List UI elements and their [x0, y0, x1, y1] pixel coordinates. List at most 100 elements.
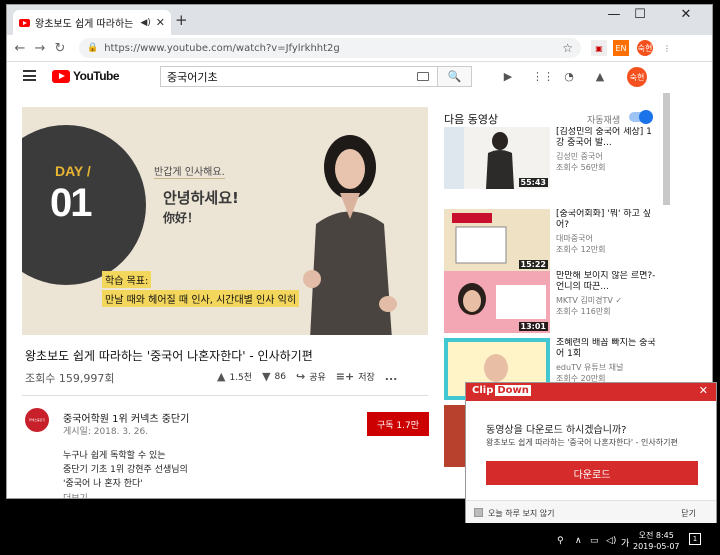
- subscribe-button[interactable]: 구독 1.7만: [367, 412, 429, 436]
- page-scrollbar[interactable]: [663, 93, 670, 205]
- new-tab-button[interactable]: +: [175, 11, 188, 29]
- lock-icon: 🔒: [87, 43, 99, 53]
- related-video-item[interactable]: 15:22 [중국어회화] '뭐' 하고 싶어? 대마중국어 조회수 12만회: [444, 209, 664, 271]
- network-icon[interactable]: ▭: [590, 536, 599, 546]
- search-value: 중국어기초: [167, 70, 218, 84]
- search-input[interactable]: 중국어기초: [160, 66, 438, 87]
- profile-icon[interactable]: 숙현: [637, 40, 653, 56]
- dont-show-today-checkbox[interactable]: [474, 508, 483, 517]
- duration-badge: 55:43: [518, 178, 548, 187]
- view-count: 조회수 159,997회: [25, 372, 115, 385]
- people-icon[interactable]: ⚲: [557, 536, 564, 546]
- related-thumbnail[interactable]: 55:43: [444, 127, 550, 189]
- related-views: 조회수 12만회: [556, 245, 606, 254]
- description-line: '중국어 나 혼자 한다': [63, 479, 143, 489]
- channel-name[interactable]: 중국어학원 1위 커넥츠 중단기: [63, 410, 189, 425]
- dont-show-today-label[interactable]: 오늘 하루 보지 않기: [488, 508, 555, 519]
- description-line: 중단기 기초 1위 강현주 선생님의: [63, 465, 188, 475]
- dislike-button[interactable]: ▼ 86: [262, 370, 286, 383]
- youtube-header: YouTube 중국어기초 🔍 ▶ ⋮⋮ ◔ ▲ 숙현: [7, 62, 712, 92]
- messages-icon[interactable]: ◔: [563, 71, 575, 83]
- related-title[interactable]: 조혜련의 배꼽 빠지는 중국어 1회: [556, 338, 656, 360]
- save-button[interactable]: ≡+ 저장: [336, 370, 375, 383]
- taskbar-clock[interactable]: 오전 8:45 2019-05-07: [633, 530, 680, 552]
- related-channel: eduTV 유튜브 채널: [556, 363, 624, 372]
- apps-grid-icon[interactable]: ⋮⋮: [532, 71, 554, 83]
- create-video-icon[interactable]: ▶: [502, 71, 514, 83]
- search-icon: 🔍: [447, 70, 462, 83]
- clock-date: 2019-05-07: [633, 542, 680, 551]
- like-count: 1.5천: [229, 373, 253, 383]
- related-channel: 김성민 중국어: [556, 152, 603, 161]
- duration-badge: 15:22: [518, 260, 548, 269]
- tab-strip: 왕초보도 쉽게 따라하는 '중 ◀) ✕ + — ☐ ✕: [7, 5, 712, 35]
- related-title[interactable]: [중국어회화] '뭐' 하고 싶어?: [556, 209, 656, 231]
- volume-icon[interactable]: ◁): [606, 536, 616, 546]
- youtube-wordmark: YouTube: [73, 69, 120, 83]
- related-title[interactable]: 만만해 보이지 않은 르면?-언니의 따끈...: [556, 271, 656, 293]
- notifications-bell-icon[interactable]: ▲: [594, 71, 606, 83]
- browser-toolbar: ← → ↻ 🔒 https://www.youtube.com/watch?v=…: [7, 35, 712, 62]
- close-button[interactable]: 닫기: [681, 508, 696, 519]
- maximize-button[interactable]: ☐: [627, 7, 653, 22]
- menu-kebab-icon[interactable]: ⋮: [659, 40, 675, 56]
- publish-date: 게시일: 2018. 3. 26.: [63, 427, 149, 437]
- youtube-logo[interactable]: YouTube: [52, 69, 120, 83]
- related-video-item[interactable]: 13:01 만만해 보이지 않은 르면?-언니의 따끈... MKTV 김미경T…: [444, 271, 664, 333]
- reload-icon[interactable]: ↻: [50, 41, 70, 56]
- youtube-play-logo-icon: [52, 69, 70, 83]
- hello-chinese: 你好！: [163, 211, 200, 225]
- show-more-link[interactable]: 더보기: [63, 491, 88, 498]
- account-avatar[interactable]: 숙현: [627, 67, 647, 87]
- video-description: 누구나 쉽게 독학할 수 있는 중단기 기초 1위 강현주 선생님의 '중국어 …: [63, 449, 188, 491]
- minimize-button[interactable]: —: [601, 7, 627, 22]
- share-button[interactable]: ↪ 공유: [296, 370, 326, 383]
- goal-text: 만날 때와 헤어질 때 인사, 시간대별 인사 익히: [102, 290, 300, 307]
- video-player[interactable]: DAY / 01 반갑게 인사해요. 안녕하세요! 你好！ 학습 목표: 만날 …: [22, 107, 428, 335]
- related-views: 조회수 116만회: [556, 307, 611, 316]
- close-tab-icon[interactable]: ✕: [156, 16, 165, 29]
- translate-extension-icon[interactable]: EN: [613, 40, 629, 56]
- cast-extension-icon[interactable]: ▣: [591, 40, 607, 56]
- up-next-heading: 다음 동영상: [444, 113, 499, 126]
- audio-playing-icon[interactable]: ◀): [140, 18, 150, 28]
- guide-menu-icon[interactable]: [23, 70, 36, 81]
- search-button[interactable]: 🔍: [438, 66, 472, 87]
- autoplay-label: 자동재생: [587, 116, 621, 126]
- presenter-figure: [303, 135, 397, 335]
- video-actions: ▲ 1.5천 ▼ 86 ↪ 공유 ≡+ 저장 ...: [217, 370, 397, 383]
- forward-icon[interactable]: →: [30, 41, 50, 56]
- address-bar[interactable]: 🔒 https://www.youtube.com/watch?v=Jfylrk…: [79, 38, 581, 58]
- related-thumbnail[interactable]: 13:01: [444, 271, 550, 333]
- duration-badge: 13:01: [518, 322, 548, 331]
- tab-title: 왕초보도 쉽게 따라하는 '중: [35, 19, 135, 30]
- related-video-item[interactable]: 55:43 [김성민의 중국어 세상] 1강 중국어 발... 김성민 중국어 …: [444, 127, 664, 189]
- share-label: 공유: [309, 373, 326, 383]
- channel-avatar[interactable]: 커넥츠중단기: [25, 408, 49, 432]
- dislike-count: 86: [274, 371, 286, 382]
- thumbs-down-icon: ▼: [262, 370, 271, 383]
- download-button[interactable]: 다운로드: [486, 461, 698, 485]
- notification-count: 1: [692, 535, 698, 543]
- clipdown-logo: Clip Down: [472, 385, 531, 396]
- more-actions-button[interactable]: ...: [385, 370, 398, 383]
- clock-time: 오전 8:45: [638, 531, 674, 540]
- related-channel: MKTV 김미경TV ✓: [556, 296, 623, 305]
- notification-center-icon[interactable]: 1: [689, 533, 701, 545]
- day-number: 01: [50, 181, 92, 225]
- autoplay-toggle[interactable]: [629, 110, 653, 124]
- ime-indicator[interactable]: 가: [621, 536, 629, 549]
- related-thumbnail[interactable]: 15:22: [444, 209, 550, 271]
- bookmark-star-icon[interactable]: ☆: [562, 41, 573, 55]
- keyboard-icon[interactable]: [417, 72, 429, 81]
- clipdown-popup: Clip Down ✕ 동영상을 다운로드 하시겠습니까? 왕초보도 쉽게 따라하…: [465, 382, 717, 523]
- related-title[interactable]: [김성민의 중국어 세상] 1강 중국어 발...: [556, 127, 656, 149]
- download-question: 동영상을 다운로드 하시겠습니까?: [486, 425, 627, 436]
- like-button[interactable]: ▲ 1.5천: [217, 370, 252, 383]
- url-text[interactable]: https://www.youtube.com/watch?v=Jfylrkhh…: [104, 43, 556, 54]
- tray-chevron-icon[interactable]: ∧: [575, 536, 582, 546]
- back-icon[interactable]: ←: [10, 41, 30, 56]
- close-window-button[interactable]: ✕: [673, 7, 699, 22]
- close-icon[interactable]: ✕: [699, 384, 708, 397]
- browser-tab[interactable]: 왕초보도 쉽게 따라하는 '중 ◀) ✕: [13, 10, 171, 35]
